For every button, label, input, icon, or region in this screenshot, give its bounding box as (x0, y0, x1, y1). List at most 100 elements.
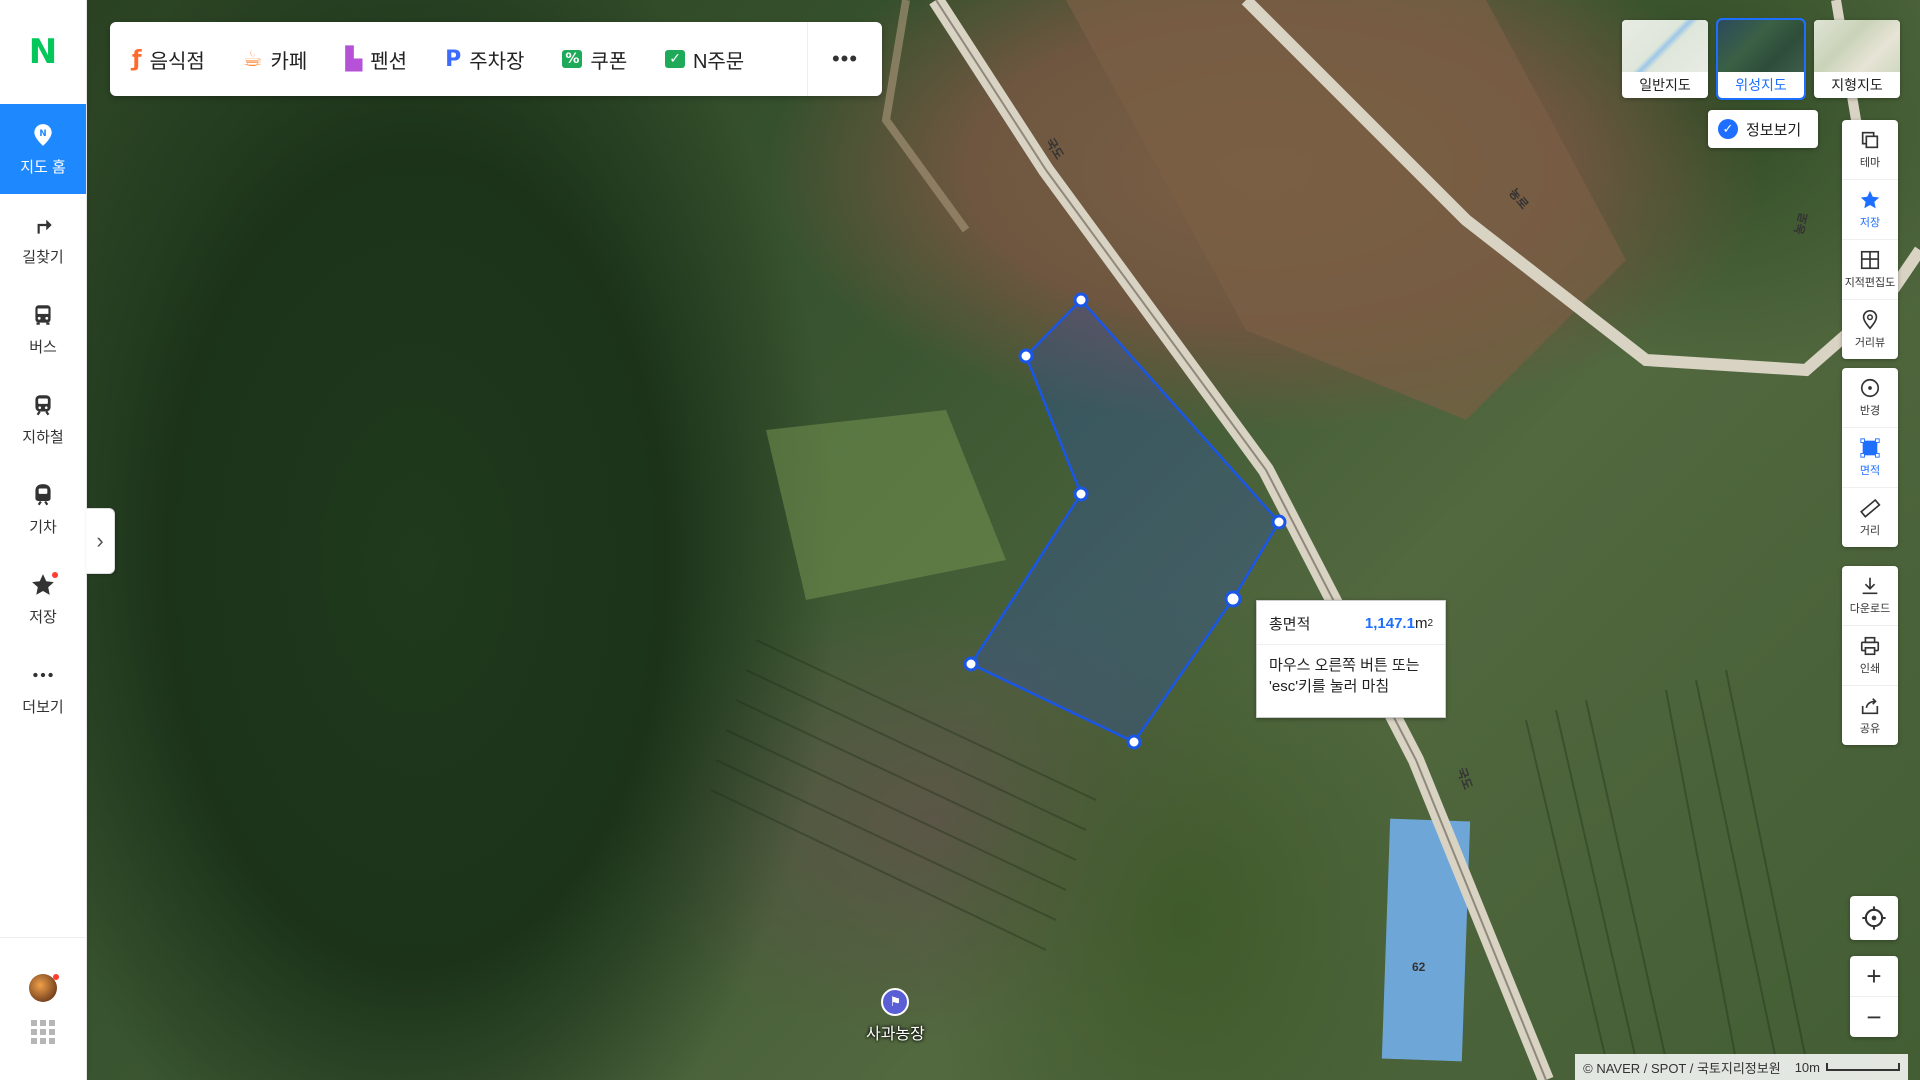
area-unit: m (1414, 615, 1428, 632)
tool-label: 저장 (1859, 217, 1881, 229)
tool-label: 반경 (1859, 405, 1881, 417)
category-more-button[interactable]: ••• (807, 22, 882, 96)
minus-icon: − (1866, 1001, 1882, 1032)
sidebar-item-more[interactable]: 더보기 (0, 644, 86, 734)
sidebar-item-map-home[interactable]: N 지도 홈 (0, 104, 86, 194)
notification-dot (52, 572, 58, 578)
radius-icon (1860, 378, 1880, 398)
scale-bar: 10m (1795, 1060, 1900, 1075)
sidebar-item-label: 기차 (29, 518, 57, 536)
tool-label: 공유 (1859, 723, 1881, 735)
info-view-toggle[interactable]: ✓ 정보보기 (1708, 110, 1818, 148)
tool-label: 거리 (1859, 525, 1881, 537)
globe-icon[interactable] (29, 974, 59, 1002)
app-grid-icon[interactable] (31, 1020, 55, 1044)
streetview-icon (1862, 310, 1878, 330)
more-icon: ••• (831, 46, 859, 71)
map-type-label: 위성지도 (1735, 77, 1787, 93)
sidebar-item-label: 저장 (29, 608, 57, 626)
tool-download[interactable]: 다운로드 (1842, 566, 1898, 626)
map-type-terrain[interactable]: 지형지도 (1814, 20, 1900, 98)
category-parking[interactable]: P 주차장 (423, 22, 540, 96)
sidebar-item-label: 지도 홈 (20, 158, 66, 176)
tool-label: 거리뷰 (1854, 337, 1886, 349)
current-location-button[interactable] (1850, 896, 1898, 940)
fork-knife-icon: ƒ (132, 46, 142, 72)
tool-area[interactable]: 면적 (1842, 428, 1898, 488)
tool-label: 다운로드 (1849, 603, 1891, 615)
share-icon (1861, 698, 1879, 715)
crosshair-icon (1862, 906, 1886, 930)
area-unit-exponent: 2 (1427, 618, 1433, 629)
category-label: 음식점 (149, 50, 205, 73)
category-restaurant[interactable]: ƒ 음식점 (110, 22, 221, 96)
more-icon (33, 672, 53, 677)
tool-group-3: 다운로드 인쇄 공유 (1842, 566, 1898, 745)
tool-group-1: 테마 저장 지적편집도 거리뷰 (1842, 120, 1898, 359)
sidebar-item-train[interactable]: 기차 (0, 464, 86, 554)
map-type-label: 일반지도 (1639, 77, 1691, 93)
map-type-selector: 일반지도 위성지도 지형지도 (1622, 18, 1900, 100)
tool-label: 지적편집도 (1844, 277, 1896, 289)
tool-distance[interactable]: 거리 (1842, 488, 1898, 547)
sidebar-item-label: 지하철 (22, 428, 64, 446)
tool-print[interactable]: 인쇄 (1842, 626, 1898, 686)
map-type-label: 지형지도 (1831, 77, 1883, 93)
category-cafe[interactable]: ☕ 카페 (221, 22, 324, 96)
directions-icon (37, 219, 52, 234)
bus-icon (35, 304, 51, 325)
building-number: 62 (1412, 960, 1426, 974)
cup-icon: ☕ (242, 46, 263, 72)
hint-line: 'esc'키를 눌러 마침 (1269, 678, 1390, 695)
category-label: 쿠폰 (590, 50, 628, 73)
map-home-icon: N (34, 123, 52, 146)
check-icon: ✓ (1718, 119, 1738, 139)
sidebar-item-saved[interactable]: 저장 (0, 554, 86, 644)
poi-apple-farm[interactable]: ⚑ 사과농장 (866, 988, 925, 1044)
tool-cadastral[interactable]: 지적편집도 (1842, 240, 1898, 300)
tool-radius[interactable]: 반경 (1842, 368, 1898, 428)
panel-expand-button[interactable]: › (86, 508, 115, 574)
scale-label: 10m (1794, 1059, 1820, 1075)
flag-icon: ⚑ (881, 988, 910, 1016)
satellite-map[interactable]: 국도 국도 농로 농로 62 ⚑ 사과농장 (86, 0, 1920, 1080)
category-label: 주차장 (469, 50, 525, 73)
sidebar-item-bus[interactable]: 버스 (0, 284, 86, 374)
area-total-label: 총면적 (1269, 616, 1311, 633)
parking-icon: P (445, 46, 462, 72)
category-pension[interactable]: ▙ 펜션 (323, 22, 423, 96)
area-measure-polygon (969, 298, 1281, 744)
tool-group-2: 반경 면적 거리 (1842, 368, 1898, 547)
tool-save[interactable]: 저장 (1842, 180, 1898, 240)
map-thumbnail (1814, 20, 1900, 72)
info-view-label: 정보보기 (1746, 121, 1802, 139)
current-location-group (1850, 896, 1898, 940)
sidebar-item-directions[interactable]: 길찾기 (0, 194, 86, 284)
area-hint: 마우스 오른쪽 버튼 또는 'esc'키를 눌러 마침 (1257, 645, 1445, 707)
subway-icon (35, 394, 51, 415)
tool-theme[interactable]: 테마 (1842, 120, 1898, 180)
tool-label: 면적 (1859, 465, 1881, 477)
map-type-normal[interactable]: 일반지도 (1622, 20, 1708, 98)
bed-icon: ▙ (345, 46, 363, 72)
map-type-satellite[interactable]: 위성지도 (1716, 18, 1806, 100)
area-measure-popup: 총면적 1,147.1 m2 마우스 오른쪽 버튼 또는 'esc'키를 눌러 … (1256, 600, 1446, 718)
category-n-order[interactable]: ✓ N주문 (643, 22, 760, 96)
tool-label: 테마 (1859, 157, 1881, 169)
train-icon (35, 483, 51, 505)
tool-streetview[interactable]: 거리뷰 (1842, 300, 1898, 359)
area-icon (1860, 438, 1880, 458)
zoom-out-button[interactable]: − (1850, 996, 1898, 1037)
sidebar-item-subway[interactable]: 지하철 (0, 374, 86, 464)
map-thumbnail (1622, 20, 1708, 72)
naver-logo[interactable]: N (0, 0, 86, 104)
star-icon (1860, 190, 1880, 209)
category-coupon[interactable]: % 쿠폰 (540, 22, 643, 96)
zoom-in-button[interactable]: + (1850, 956, 1898, 996)
tool-label: 인쇄 (1859, 663, 1881, 675)
svg-text:N: N (39, 129, 46, 139)
download-icon (1862, 577, 1878, 595)
tool-share[interactable]: 공유 (1842, 686, 1898, 745)
category-bar: ƒ 음식점 ☕ 카페 ▙ 펜션 P 주차장 % 쿠폰 ✓ N주문 ••• (110, 22, 882, 96)
sidebar-item-label: 길찾기 (22, 248, 64, 266)
